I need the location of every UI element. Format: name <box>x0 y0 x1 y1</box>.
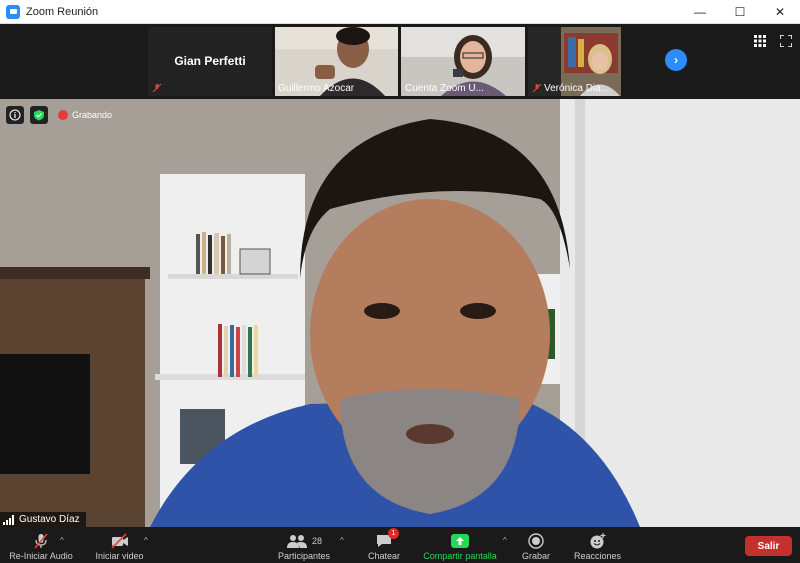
participants-label: Participantes <box>277 551 331 561</box>
reactions-label: Reacciones <box>573 551 622 561</box>
gallery-strip: Gian Perfetti Guillermo Azocar Cuenta Zo… <box>0 24 800 99</box>
video-label: Iniciar video <box>95 551 144 561</box>
video-off-icon <box>110 531 130 551</box>
participant-tile[interactable]: Guillermo Azocar <box>275 27 398 96</box>
audio-options-caret[interactable]: ^ <box>60 536 64 545</box>
participant-name: Verónica Dia... <box>544 83 610 94</box>
audio-button[interactable]: Re-Iniciar Audio <box>6 527 76 563</box>
recording-indicator: Grabando <box>58 110 112 120</box>
muted-mic-icon <box>32 531 50 551</box>
speaker-name: Gustavo Díaz <box>19 514 80 525</box>
close-button[interactable]: ✕ <box>760 0 800 24</box>
smiley-icon <box>589 531 607 551</box>
leave-meeting-button[interactable]: Salir <box>745 536 792 556</box>
fullscreen-icon[interactable] <box>780 35 792 47</box>
record-icon <box>527 531 545 551</box>
meeting-status-bar: Grabando <box>6 106 112 124</box>
signal-strength-icon <box>3 514 14 525</box>
view-controls <box>754 35 792 47</box>
meeting-toolbar: Re-Iniciar Audio ^ Iniciar video ^ 28 Pa… <box>0 527 800 563</box>
participant-name: Guillermo Azocar <box>278 83 355 94</box>
reactions-button[interactable]: Reacciones <box>570 527 625 563</box>
active-speaker-label: Gustavo Díaz <box>0 512 86 527</box>
window-titlebar: Zoom Reunión — ☐ ✕ <box>0 0 800 24</box>
muted-mic-icon <box>152 83 162 93</box>
active-speaker-video <box>0 99 800 527</box>
participants-count: 28 <box>311 536 322 546</box>
minimize-button[interactable]: — <box>680 0 720 24</box>
zoom-app-icon <box>6 4 20 19</box>
chevron-right-icon: › <box>674 53 678 67</box>
window-title: Zoom Reunión <box>26 5 99 18</box>
share-screen-button[interactable]: Compartir pantalla <box>420 527 500 563</box>
shield-icon <box>34 110 44 121</box>
chat-label: Chatear <box>367 551 401 561</box>
participant-tile[interactable]: Verónica Dia... <box>528 27 621 96</box>
share-screen-icon <box>450 531 470 551</box>
audio-label: Re-Iniciar Audio <box>9 551 73 561</box>
recording-label: Grabando <box>72 110 113 120</box>
window-controls: — ☐ ✕ <box>680 0 800 24</box>
participant-name: Gian Perfetti <box>174 54 246 68</box>
participant-tile[interactable]: Gian Perfetti <box>148 27 272 96</box>
chat-icon: 1 <box>375 528 399 551</box>
meeting-info-button[interactable] <box>6 106 24 124</box>
record-dot-icon <box>58 110 68 120</box>
video-options-caret[interactable]: ^ <box>144 536 148 545</box>
participants-options-caret[interactable]: ^ <box>340 536 344 545</box>
muted-mic-icon <box>532 83 542 93</box>
chat-button[interactable]: 1 Chatear <box>364 527 404 563</box>
maximize-button[interactable]: ☐ <box>720 0 760 24</box>
share-options-caret[interactable]: ^ <box>503 536 507 545</box>
chat-unread-badge: 1 <box>388 528 399 539</box>
security-button[interactable] <box>30 106 48 124</box>
participant-tile[interactable]: Cuenta Zoom U... <box>401 27 525 96</box>
record-label: Grabar <box>521 551 550 561</box>
video-button[interactable]: Iniciar video <box>92 527 147 563</box>
participants-icon: 28 <box>286 531 322 551</box>
gallery-view-icon[interactable] <box>754 35 766 47</box>
participants-button[interactable]: 28 Participantes <box>274 527 334 563</box>
speaker-video-frame <box>0 99 800 527</box>
record-button[interactable]: Grabar <box>516 527 556 563</box>
next-page-button[interactable]: › <box>665 49 687 71</box>
info-icon <box>9 109 21 121</box>
share-screen-label: Compartir pantalla <box>423 551 497 561</box>
participant-name: Cuenta Zoom U... <box>405 83 484 94</box>
